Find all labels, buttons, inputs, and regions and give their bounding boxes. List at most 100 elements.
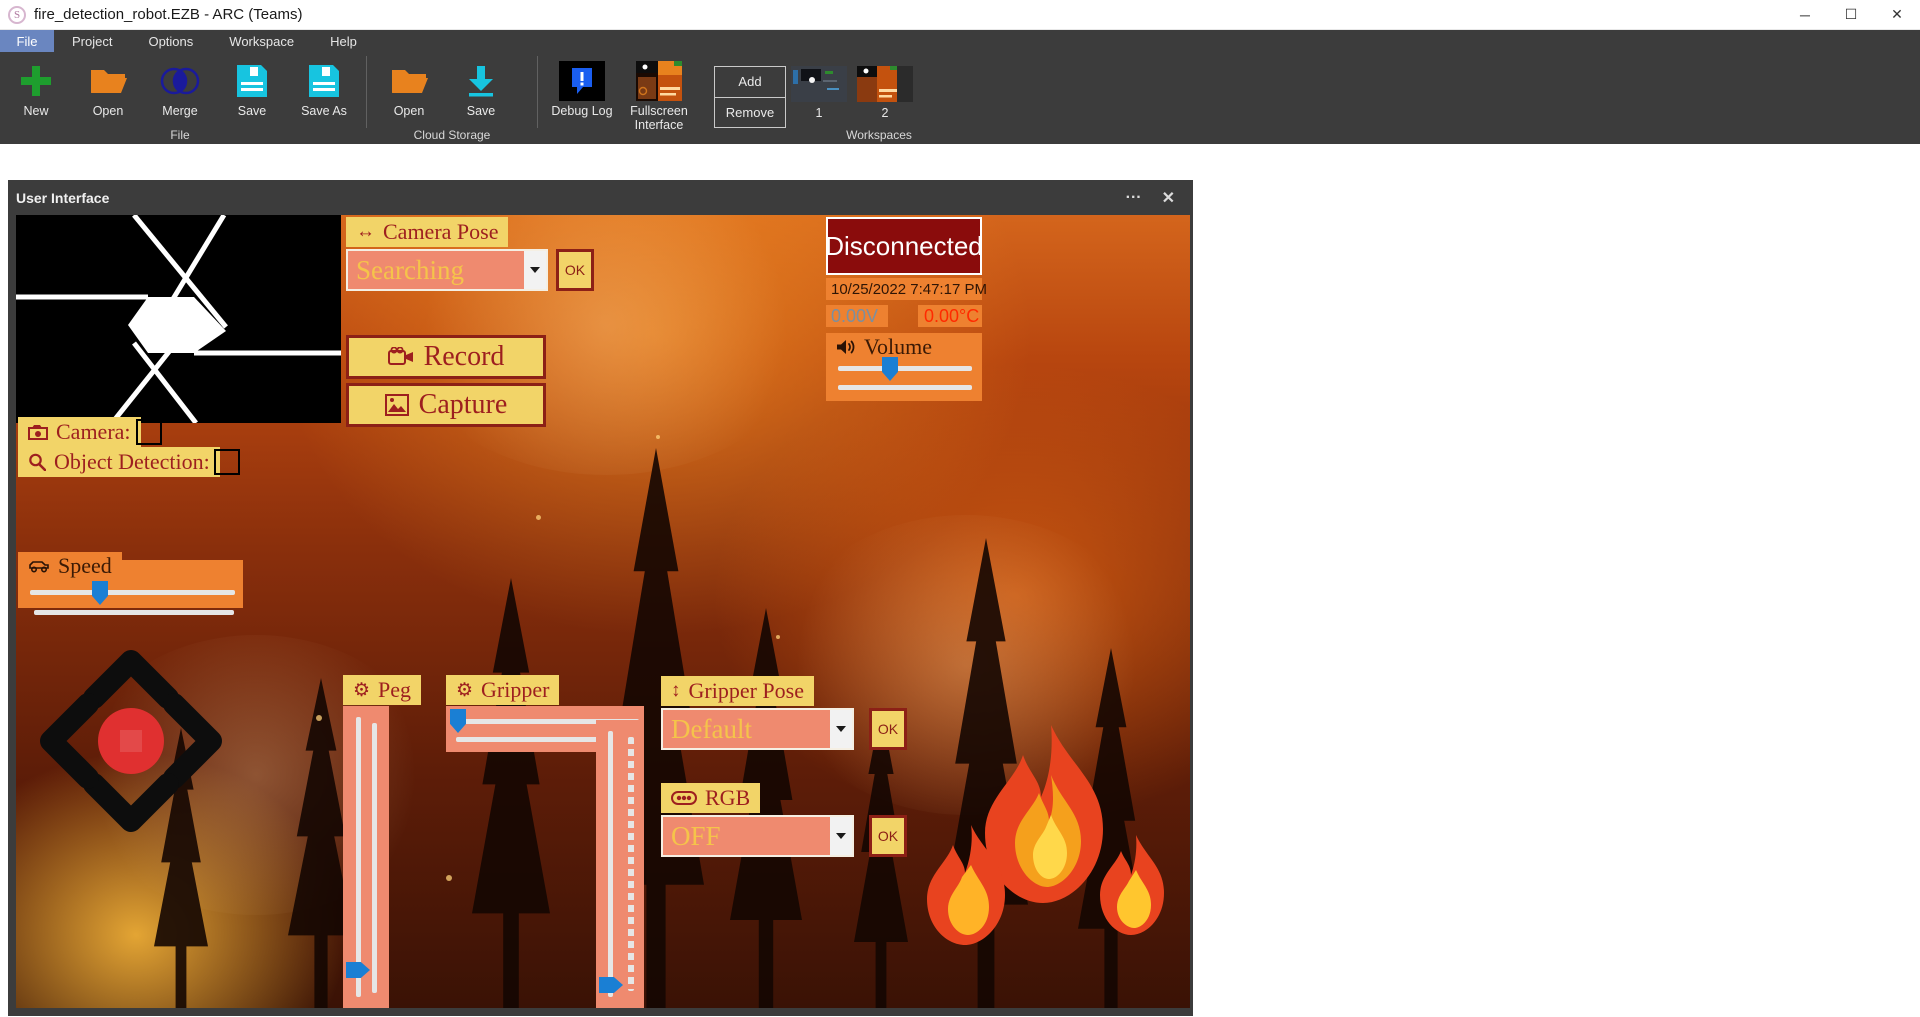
close-icon[interactable]: ✕: [1874, 0, 1920, 30]
workspace-remove-button[interactable]: Remove: [715, 98, 785, 128]
peg-label-text: Peg: [378, 677, 411, 703]
speed-label-text: Speed: [58, 553, 112, 579]
fullscreen-interface-icon: [636, 60, 682, 102]
gripper-label: ⚙ Gripper: [446, 675, 559, 705]
menu-item-help[interactable]: Help: [312, 30, 375, 52]
camera-pose-label-text: Camera Pose: [383, 219, 498, 245]
capture-button[interactable]: Capture: [346, 383, 546, 427]
status-timestamp: 10/25/2022 7:47:17 PM: [826, 278, 982, 300]
chevron-down-icon[interactable]: [830, 710, 852, 748]
volume-label-text: Volume: [864, 334, 932, 360]
camera-pose-label: ↔ Camera Pose: [346, 217, 508, 247]
camera-toggle-label: Camera:: [18, 417, 141, 447]
camera-pose-value: Searching: [348, 251, 524, 289]
camera-pose-ok-button[interactable]: OK: [556, 249, 594, 291]
ribbon-group-cloud-storage: Open Save Cloud Storage: [373, 52, 531, 144]
maximize-icon[interactable]: ☐: [1828, 0, 1874, 30]
video-camera-icon: [388, 347, 414, 367]
minimize-icon[interactable]: ─: [1782, 0, 1828, 30]
ribbon-group-file-caption: File: [0, 128, 360, 142]
gripper-pose-label-text: Gripper Pose: [689, 678, 804, 704]
ribbon-cloud-save-label: Save: [467, 104, 496, 118]
object-detection-checkbox[interactable]: [214, 449, 240, 475]
workspace-thumbnail-icon: [857, 66, 913, 102]
merge-circles-icon: [160, 60, 200, 102]
ribbon: File Project Options Workspace Help New …: [0, 30, 1920, 144]
plus-icon: [18, 60, 54, 102]
camera-pose-dropdown[interactable]: Searching: [346, 249, 548, 291]
ribbon-open-label: Open: [93, 104, 124, 118]
gripper-label-text: Gripper: [481, 677, 549, 703]
user-interface-title: User Interface: [16, 190, 109, 206]
stop-button-icon[interactable]: [98, 708, 164, 774]
camera-preview[interactable]: [16, 215, 341, 423]
close-icon[interactable]: ✕: [1152, 188, 1185, 208]
record-button[interactable]: Record: [346, 335, 546, 379]
rgb-ok-button[interactable]: OK: [869, 815, 907, 857]
menu-item-options[interactable]: Options: [130, 30, 211, 52]
chevron-left-icon: [51, 704, 88, 778]
interface-canvas: ↔ Camera Pose Searching OK Record Capt: [16, 215, 1190, 1008]
ribbon-fullscreen-interface-button[interactable]: Fullscreen Interface: [620, 52, 698, 144]
workspace-2-label: 2: [882, 106, 889, 120]
camera-checkbox[interactable]: [136, 419, 162, 445]
rgb-label-text: RGB: [705, 785, 750, 811]
peg-slider-track-secondary[interactable]: [372, 723, 377, 993]
ribbon-merge-label: Merge: [162, 104, 197, 118]
rgb-dropdown[interactable]: OFF: [661, 815, 854, 857]
status-temperature: 0.00°C: [918, 305, 982, 327]
connection-status-badge: Disconnected: [826, 217, 982, 275]
gripper-extension-track[interactable]: [608, 731, 613, 997]
navigation-dpad: [20, 630, 242, 852]
peg-slider-track[interactable]: [356, 717, 361, 997]
folder-open-icon: [390, 60, 428, 102]
chevron-up-icon: [94, 661, 168, 698]
gripper-pose-ok-button[interactable]: OK: [869, 708, 907, 750]
workspace-add-button[interactable]: Add: [715, 67, 785, 98]
folder-open-icon: [89, 60, 127, 102]
ribbon-new-label: New: [23, 104, 48, 118]
gripper-extension-track-secondary[interactable]: [628, 737, 634, 991]
menu-item-file[interactable]: File: [0, 30, 54, 52]
ribbon-group-tools: Debug Log: [544, 52, 704, 144]
ribbon-save-as-label: Save As: [301, 104, 347, 118]
object-detection-label-text: Object Detection:: [54, 449, 210, 475]
rgb-value: OFF: [663, 817, 830, 855]
magnifier-icon: [28, 453, 46, 471]
speaker-icon: [836, 339, 856, 355]
debug-log-icon: [559, 60, 605, 102]
ribbon-fullscreen-interface-label: Fullscreen Interface: [620, 104, 698, 133]
volume-slider-track-secondary[interactable]: [838, 385, 972, 390]
chevron-down-icon[interactable]: [830, 817, 852, 855]
gear-icon: ⚙: [353, 679, 370, 702]
gripper-pose-dropdown[interactable]: Default: [661, 708, 854, 750]
menu-item-project[interactable]: Project: [54, 30, 130, 52]
ribbon-debug-log-label: Debug Log: [551, 104, 612, 118]
menu-item-workspace[interactable]: Workspace: [211, 30, 312, 52]
download-arrow-icon: [465, 60, 497, 102]
rgb-label: RGB: [661, 783, 760, 813]
speed-slider-track-secondary[interactable]: [34, 610, 234, 615]
user-interface-header: User Interface ··· ✕: [8, 180, 1193, 215]
status-voltage: 0.00V: [826, 305, 888, 327]
left-right-arrow-icon: ↔: [356, 221, 375, 243]
workspace-add-remove-group: Add Remove: [714, 66, 786, 128]
car-icon: [28, 559, 50, 573]
ribbon-debug-log-button[interactable]: Debug Log: [544, 52, 620, 144]
more-options-icon[interactable]: ···: [1116, 189, 1152, 207]
window-titlebar: S fire_detection_robot.EZB - ARC (Teams)…: [0, 0, 1920, 30]
ribbon-cloud-open-label: Open: [394, 104, 425, 118]
volume-label: Volume: [826, 333, 942, 361]
floppy-disk-icon: [236, 60, 268, 102]
gripper-pose-label: ↕ Gripper Pose: [661, 676, 814, 706]
ribbon-group-cloud-caption: Cloud Storage: [373, 128, 531, 142]
camera-toggle-label-text: Camera:: [56, 419, 131, 445]
volume-slider-track[interactable]: [838, 366, 972, 371]
chevron-down-icon[interactable]: [524, 251, 546, 289]
capture-button-label: Capture: [419, 389, 508, 421]
gear-icon: ⚙: [456, 679, 473, 702]
ribbon-save-label: Save: [238, 104, 267, 118]
speed-slider-track[interactable]: [30, 590, 235, 595]
up-down-arrow-icon: ↕: [671, 680, 681, 702]
ribbon-group-file: New Open Merge: [0, 52, 360, 144]
